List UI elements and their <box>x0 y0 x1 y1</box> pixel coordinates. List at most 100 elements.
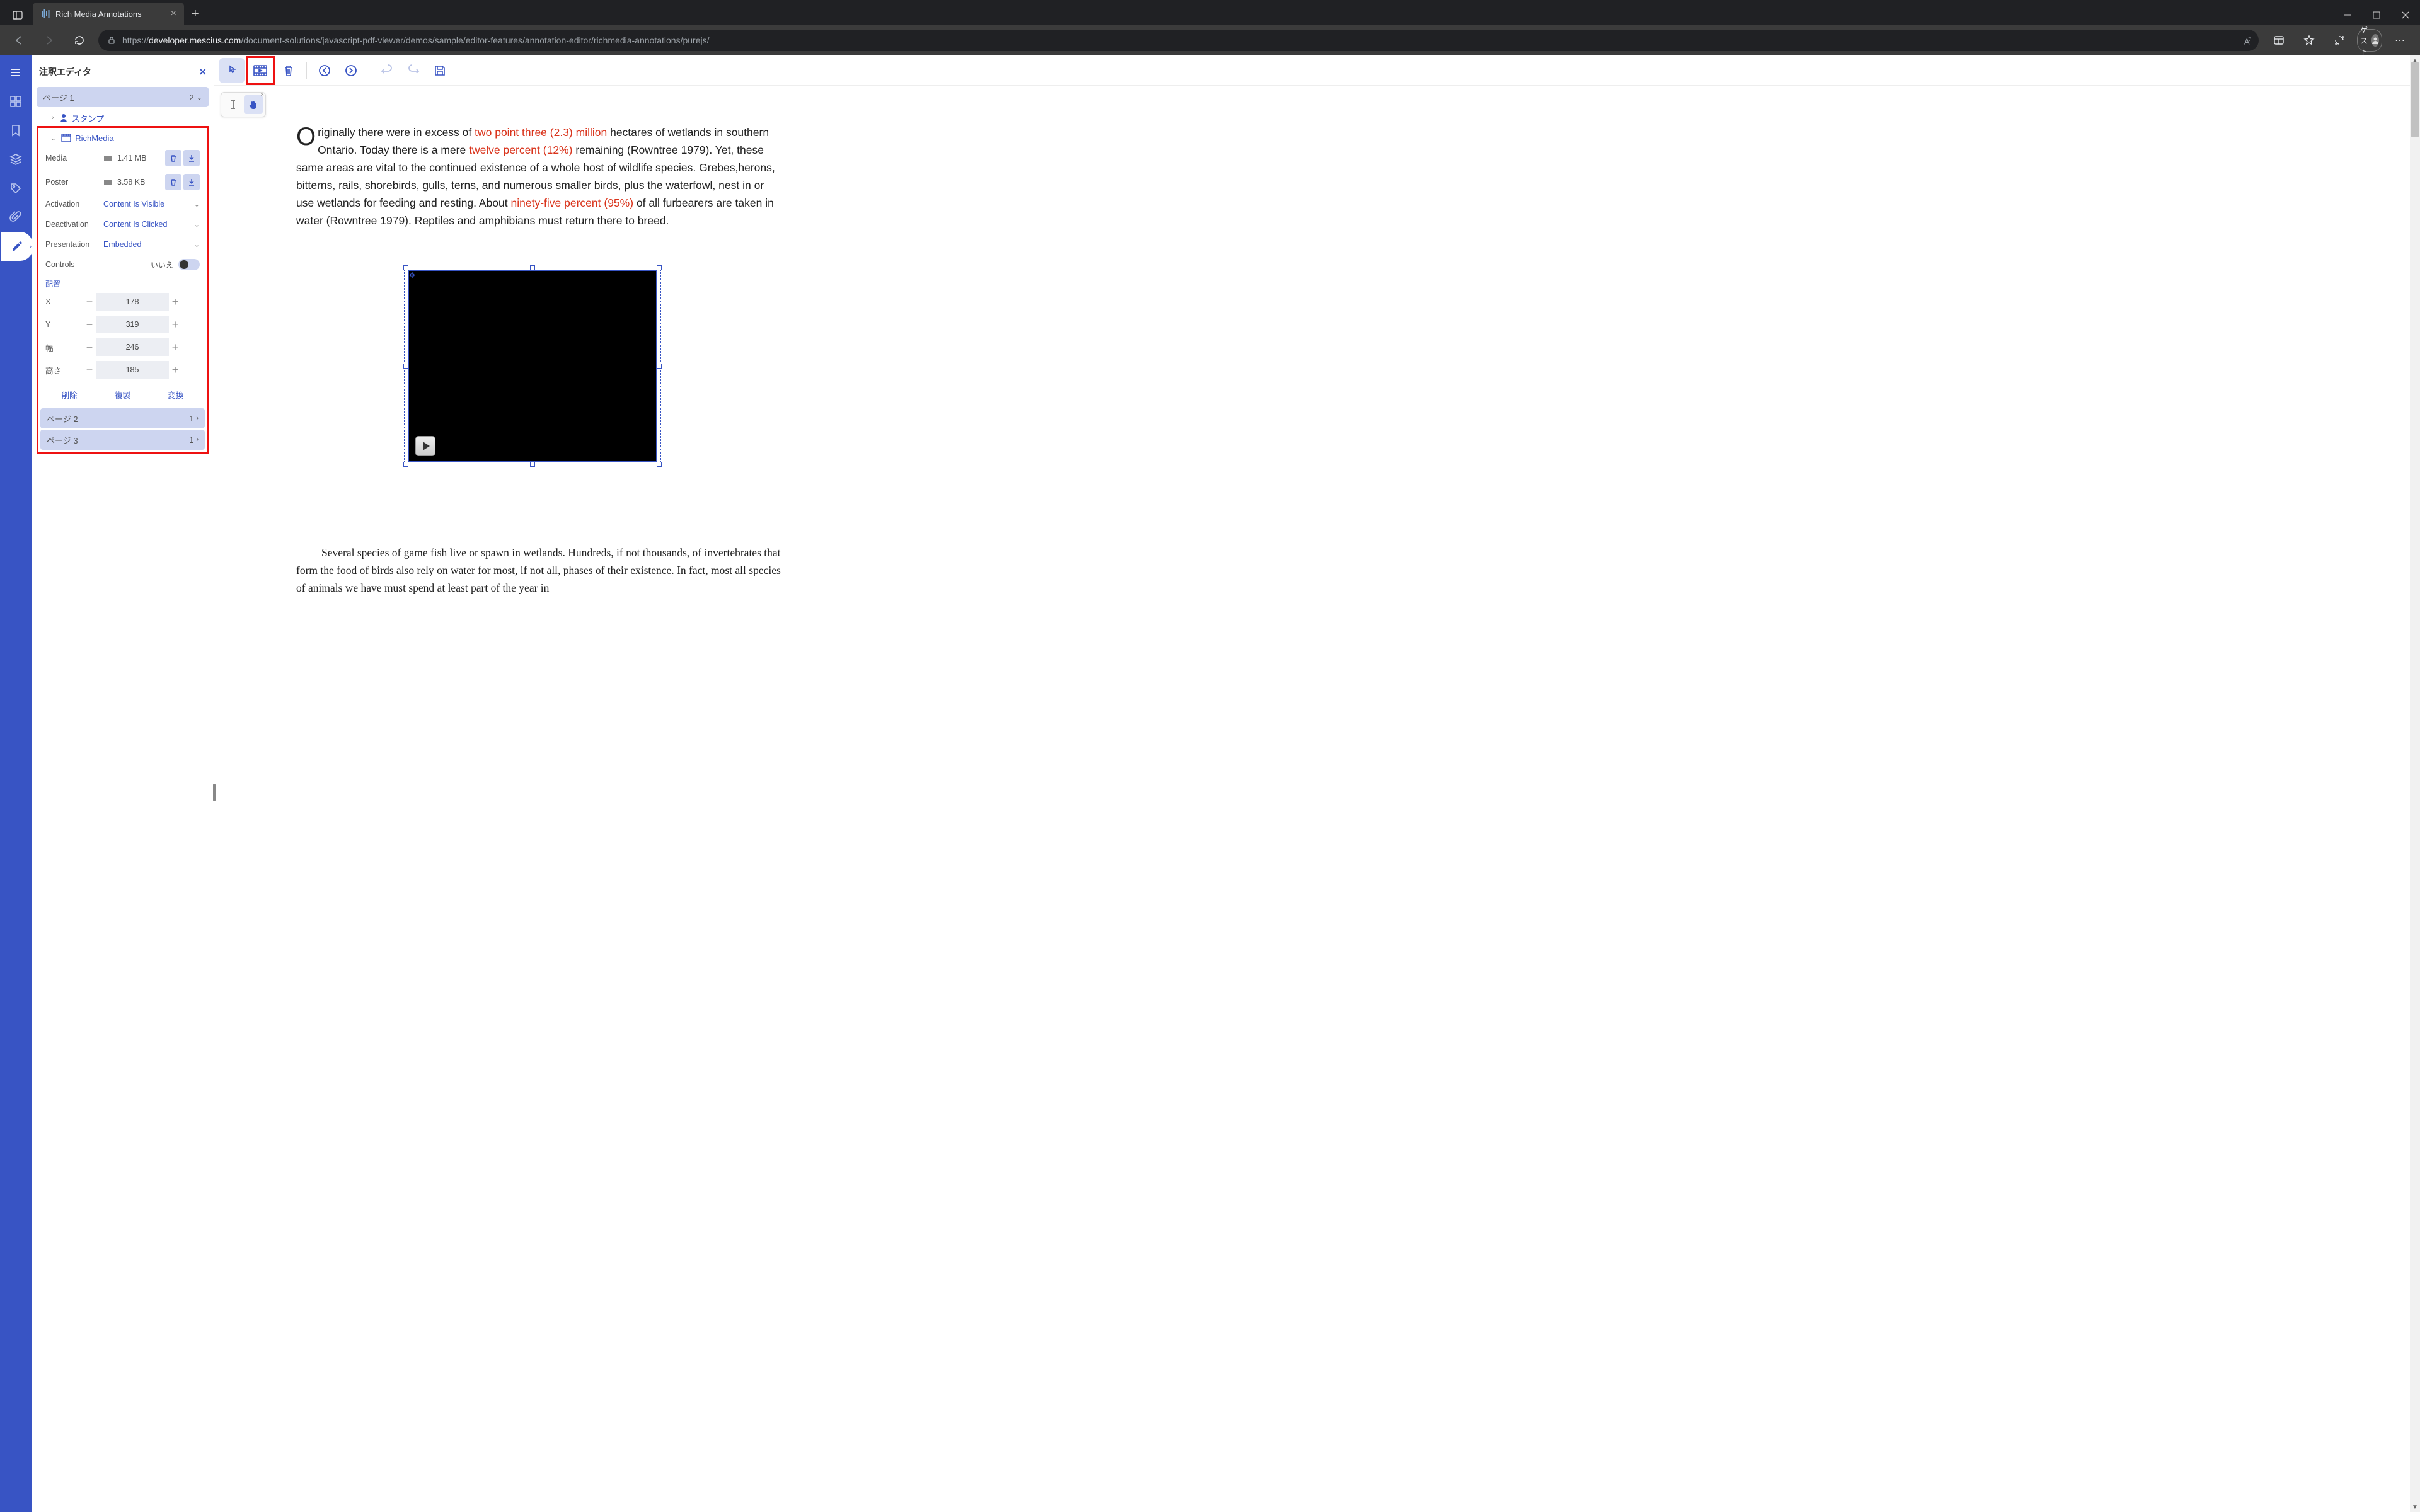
annotation-editor-panel: 注釈エディタ × ページ 1 2 ⌄ › スタンプ ⌄ RichMedia Me… <box>32 55 214 1512</box>
media-label: Media <box>45 154 103 163</box>
poster-label: Poster <box>45 178 103 186</box>
y-decrement-button[interactable]: − <box>83 316 96 333</box>
poster-property-row: Poster 3.58 KB <box>40 170 205 194</box>
page-count: 2 <box>190 93 194 102</box>
resize-handle-w[interactable] <box>403 364 408 369</box>
redo-button[interactable] <box>401 58 426 83</box>
x-increment-button[interactable]: + <box>169 293 182 311</box>
tab-close-icon[interactable]: × <box>158 8 176 20</box>
richmedia-tool-button[interactable] <box>248 58 273 83</box>
stamp-annotation-row[interactable]: › スタンプ <box>37 110 209 126</box>
tab-overview-button[interactable] <box>8 5 28 25</box>
duplicate-button[interactable]: 複製 <box>110 386 135 403</box>
window-maximize-button[interactable] <box>2362 5 2391 25</box>
activation-dropdown[interactable]: Activation Content Is Visible ⌄ <box>40 194 205 214</box>
page-1-row[interactable]: ページ 1 2 ⌄ <box>37 87 209 107</box>
deactivation-label: Deactivation <box>45 220 103 229</box>
layers-button[interactable] <box>0 145 32 174</box>
bookmarks-button[interactable] <box>0 116 32 145</box>
save-button[interactable] <box>427 58 452 83</box>
nav-back-button[interactable] <box>8 29 30 52</box>
vertical-scrollbar[interactable]: ▲ ▼ <box>2410 55 2420 1512</box>
height-input[interactable] <box>96 361 169 379</box>
profile-button[interactable]: ゲスト <box>2357 29 2382 52</box>
select-tool-button[interactable] <box>219 58 245 83</box>
reader-mode-icon[interactable]: Aﾂ <box>2244 35 2250 46</box>
resize-handle-nw[interactable] <box>403 265 408 270</box>
panel-title: 注釈エディタ <box>39 66 91 78</box>
scroll-down-icon[interactable]: ▼ <box>2410 1502 2420 1512</box>
text-select-mode-button[interactable] <box>224 95 243 114</box>
chevron-down-icon: ⌄ <box>194 220 200 229</box>
thumbnails-button[interactable] <box>0 87 32 116</box>
activation-value: Content Is Visible <box>103 200 194 209</box>
menu-button[interactable] <box>0 58 32 87</box>
width-decrement-button[interactable]: − <box>83 338 96 356</box>
controls-toggle-row: Controls いいえ <box>40 255 205 275</box>
document-page[interactable]: × Originally there were in excess of two… <box>214 86 2420 1512</box>
y-increment-button[interactable]: + <box>169 316 182 333</box>
window-close-button[interactable] <box>2391 5 2420 25</box>
y-label: Y <box>45 320 83 329</box>
resize-handle-s[interactable] <box>530 462 535 467</box>
prev-annotation-button[interactable] <box>312 58 337 83</box>
page-3-row[interactable]: ページ 3 1 › <box>40 430 205 450</box>
scroll-thumb[interactable] <box>2411 62 2419 137</box>
delete-button[interactable]: 削除 <box>57 386 83 403</box>
height-increment-button[interactable]: + <box>169 361 182 379</box>
panel-splitter[interactable] <box>213 784 216 801</box>
width-input[interactable] <box>96 338 169 356</box>
richmedia-annotation-row[interactable]: ⌄ RichMedia <box>40 130 205 146</box>
nav-forward-button <box>38 29 60 52</box>
convert-button[interactable]: 変換 <box>163 386 188 403</box>
presentation-dropdown[interactable]: Presentation Embedded ⌄ <box>40 234 205 255</box>
tags-button[interactable] <box>0 174 32 203</box>
url-input[interactable]: https://developer.mescius.com/document-s… <box>98 30 2259 51</box>
richmedia-icon <box>61 134 71 142</box>
attachments-button[interactable] <box>0 203 32 232</box>
panel-close-button[interactable]: × <box>199 66 206 79</box>
resize-handle-n[interactable] <box>530 265 535 270</box>
richmedia-label: RichMedia <box>75 134 113 143</box>
resize-handle-sw[interactable] <box>403 462 408 467</box>
resize-handle-e[interactable] <box>657 364 662 369</box>
resize-handle-se[interactable] <box>657 462 662 467</box>
controls-toggle[interactable] <box>178 259 200 270</box>
window-minimize-button[interactable] <box>2333 5 2362 25</box>
browser-menu-button[interactable]: ⋯ <box>2387 29 2412 52</box>
document-paragraph-2: Several species of game fish live or spa… <box>296 544 781 597</box>
folder-icon[interactable] <box>103 178 112 186</box>
placement-section: 配置 <box>40 275 205 290</box>
sync-icon[interactable] <box>2327 29 2352 52</box>
annotation-editor-button[interactable]: › <box>1 232 33 261</box>
folder-icon[interactable] <box>103 154 112 162</box>
undo-button[interactable] <box>374 58 400 83</box>
y-input[interactable] <box>96 316 169 333</box>
media-delete-button[interactable] <box>165 150 182 166</box>
x-input[interactable] <box>96 293 169 311</box>
media-download-button[interactable] <box>183 150 200 166</box>
chevron-down-icon: ⌄ <box>197 93 202 101</box>
richmedia-annotation[interactable]: ✥ <box>406 268 659 464</box>
width-increment-button[interactable]: + <box>169 338 182 356</box>
collections-icon[interactable] <box>2266 29 2291 52</box>
deactivation-dropdown[interactable]: Deactivation Content Is Clicked ⌄ <box>40 214 205 234</box>
poster-size: 3.58 KB <box>117 178 163 186</box>
height-decrement-button[interactable]: − <box>83 361 96 379</box>
delete-tool-button[interactable] <box>276 58 301 83</box>
page-label: ページ 3 <box>47 434 78 446</box>
poster-download-button[interactable] <box>183 174 200 190</box>
browser-tab[interactable]: Rich Media Annotations × <box>33 3 184 25</box>
next-annotation-button[interactable] <box>338 58 364 83</box>
resize-handle-ne[interactable] <box>657 265 662 270</box>
poster-delete-button[interactable] <box>165 174 182 190</box>
close-float-toolbar-icon[interactable]: × <box>260 91 264 98</box>
play-button[interactable] <box>415 436 435 456</box>
x-decrement-button[interactable]: − <box>83 293 96 311</box>
move-handle-icon[interactable]: ✥ <box>409 271 417 278</box>
nav-reload-button[interactable] <box>68 29 91 52</box>
new-tab-button[interactable]: + <box>184 3 207 25</box>
page-count: 1 <box>189 435 193 445</box>
favorite-icon[interactable] <box>2296 29 2322 52</box>
page-2-row[interactable]: ページ 2 1 › <box>40 408 205 428</box>
